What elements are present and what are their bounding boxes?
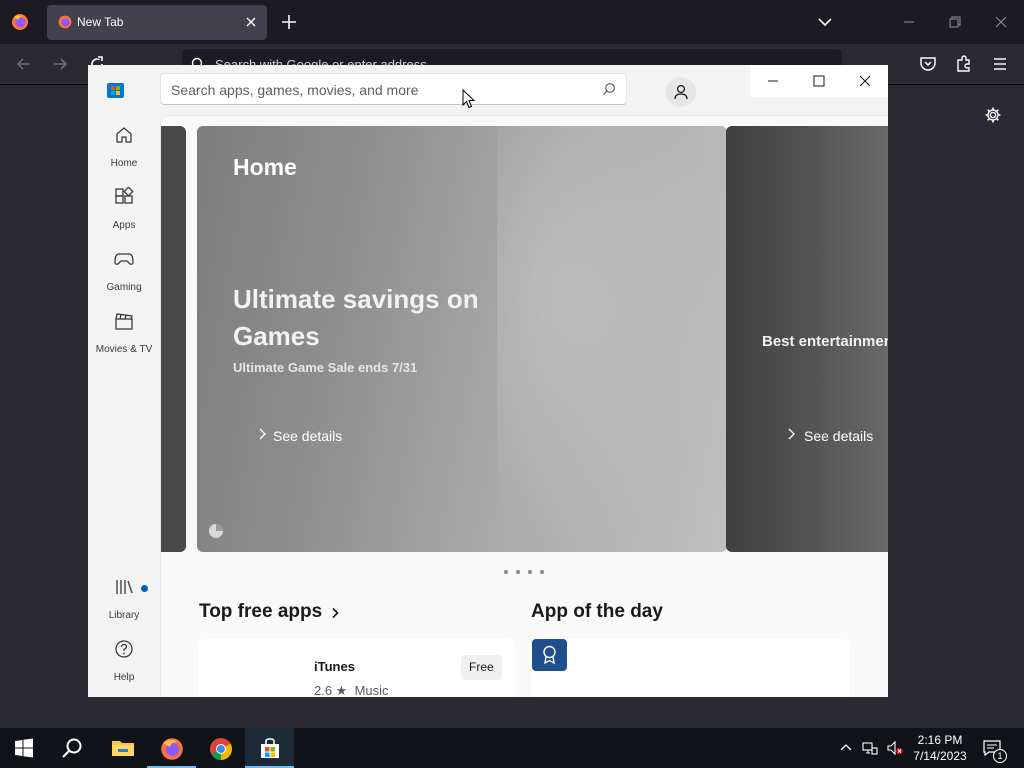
- clock-time: 2:16 PM: [917, 733, 963, 747]
- windows-logo-icon: [15, 738, 33, 758]
- pager-dot[interactable]: [504, 570, 508, 574]
- user-icon: [674, 84, 688, 100]
- store-window-controls: [750, 65, 888, 97]
- hero-subtitle: Ultimate Game Sale ends 7/31: [233, 360, 418, 375]
- hero-card-previous[interactable]: [161, 126, 186, 552]
- store-maximize-button[interactable]: [796, 65, 842, 97]
- library-update-dot: [141, 585, 148, 592]
- app-name: iTunes: [314, 659, 355, 674]
- pager-dot[interactable]: [528, 570, 532, 574]
- pager-dot[interactable]: [540, 570, 544, 574]
- firefox-favicon-icon: [57, 14, 73, 30]
- browser-tab-new-tab[interactable]: New Tab: [47, 5, 267, 40]
- folder-icon: [112, 741, 134, 756]
- chevron-right-icon: [788, 428, 795, 440]
- back-arrow-icon[interactable]: [14, 54, 34, 74]
- tab-title: New Tab: [77, 15, 124, 29]
- store-title-bar[interactable]: Search apps, games, movies, and more: [88, 65, 888, 115]
- store-search-placeholder: Search apps, games, movies, and more: [171, 82, 419, 98]
- browser-close-button[interactable]: [978, 0, 1024, 44]
- taskbar-clock[interactable]: 2:16 PM 7/14/2023: [912, 732, 968, 764]
- nav-item-label: Gaming: [106, 282, 142, 293]
- see-details-label: See details: [804, 428, 874, 444]
- browser-minimize-button[interactable]: [886, 0, 932, 44]
- nav-item-library[interactable]: Library: [88, 577, 160, 631]
- pocket-icon[interactable]: [918, 54, 938, 74]
- taskbar-firefox[interactable]: [147, 728, 196, 768]
- hero-card-games-sale[interactable]: Home Ultimate savings on Games Ultimate …: [197, 126, 727, 552]
- notification-count-badge: 1: [993, 749, 1007, 763]
- apps-icon: [115, 187, 134, 204]
- app-of-the-day-card[interactable]: [531, 639, 849, 697]
- firefox-logo-icon[interactable]: [10, 12, 30, 32]
- store-left-nav: Home Apps Gaming Movies & TV Library Hel…: [88, 115, 160, 697]
- microsoft-store-icon: [261, 738, 279, 758]
- see-details-label: See details: [273, 428, 343, 444]
- nav-item-movies-tv[interactable]: Movies & TV: [88, 311, 160, 365]
- app-rating: 2.6 ★: [314, 683, 348, 697]
- nav-item-apps[interactable]: Apps: [88, 187, 160, 241]
- search-icon[interactable]: [602, 82, 616, 96]
- browser-restore-button[interactable]: [932, 0, 978, 44]
- home-icon: [116, 127, 132, 143]
- firefox-icon: [161, 738, 183, 760]
- taskbar-file-explorer[interactable]: [98, 728, 147, 768]
- hero-title: Ultimate savings on Games: [233, 284, 479, 351]
- extensions-puzzle-icon[interactable]: [954, 54, 974, 74]
- chevron-right-icon[interactable]: [329, 607, 341, 619]
- network-icon[interactable]: [862, 740, 878, 756]
- nav-item-home[interactable]: Home: [88, 125, 160, 179]
- nav-item-label: Apps: [112, 220, 136, 231]
- carousel-pause-icon[interactable]: [207, 522, 225, 540]
- store-main-content: Home Ultimate savings on Games Ultimate …: [160, 115, 888, 697]
- app-card-itunes[interactable]: iTunes 2.6 ★ Music Free: [199, 639, 515, 697]
- app-of-the-day-heading: App of the day: [531, 601, 663, 622]
- taskbar-microsoft-store[interactable]: [245, 728, 294, 768]
- hero-next-title: Best entertainment apps: [762, 333, 888, 350]
- price-badge[interactable]: Free: [461, 655, 502, 680]
- nav-item-help[interactable]: Help: [88, 639, 160, 693]
- pager-dot[interactable]: [516, 570, 520, 574]
- hero-card-entertainment[interactable]: Best entertainment apps See details: [726, 126, 888, 552]
- nav-item-label: Home: [110, 158, 138, 169]
- top-free-apps-heading[interactable]: Top free apps: [199, 601, 322, 623]
- hamburger-menu-icon[interactable]: [990, 54, 1010, 74]
- chevron-right-icon: [259, 428, 266, 440]
- help-icon: [115, 640, 133, 658]
- nav-item-label: Library: [108, 610, 140, 621]
- mouse-cursor-icon: [462, 89, 476, 109]
- forward-arrow-icon[interactable]: [50, 54, 70, 74]
- page-title: Home: [233, 154, 297, 180]
- store-search-input[interactable]: Search apps, games, movies, and more: [160, 73, 627, 105]
- clock-date: 7/14/2023: [913, 749, 967, 763]
- nav-item-gaming[interactable]: Gaming: [88, 249, 160, 303]
- app-category: Music: [354, 683, 389, 697]
- microsoft-store-window: Search apps, games, movies, and more Hom…: [88, 65, 888, 697]
- taskbar-search-button[interactable]: [48, 728, 97, 768]
- account-avatar-button[interactable]: [666, 77, 696, 107]
- award-ribbon-icon: [532, 639, 567, 671]
- clapperboard-icon: [115, 313, 133, 330]
- list-all-tabs-chevron-icon[interactable]: [816, 13, 834, 31]
- newtab-settings-gear-icon[interactable]: [984, 106, 1002, 124]
- volume-muted-icon[interactable]: [886, 740, 903, 756]
- tray-overflow-chevron-icon[interactable]: [838, 740, 854, 756]
- store-close-button[interactable]: [842, 65, 888, 97]
- start-button[interactable]: [0, 728, 49, 768]
- taskbar-chrome[interactable]: [196, 728, 245, 768]
- nav-item-label: Help: [113, 672, 135, 683]
- microsoft-store-logo-icon: [107, 81, 124, 98]
- search-icon: [62, 738, 82, 758]
- chrome-icon: [210, 738, 232, 760]
- library-icon: [116, 580, 133, 594]
- gamepad-icon: [114, 253, 134, 265]
- new-tab-plus-icon[interactable]: [280, 13, 298, 31]
- nav-item-label: Movies & TV: [95, 344, 153, 355]
- store-minimize-button[interactable]: [750, 65, 796, 97]
- windows-taskbar: 2:16 PM 7/14/2023 1: [0, 728, 1024, 768]
- browser-tab-bar: New Tab: [0, 0, 1024, 44]
- carousel-pager[interactable]: [504, 570, 548, 576]
- close-tab-icon[interactable]: [243, 14, 259, 30]
- app-rating-category: 2.6 ★ Music: [314, 683, 389, 697]
